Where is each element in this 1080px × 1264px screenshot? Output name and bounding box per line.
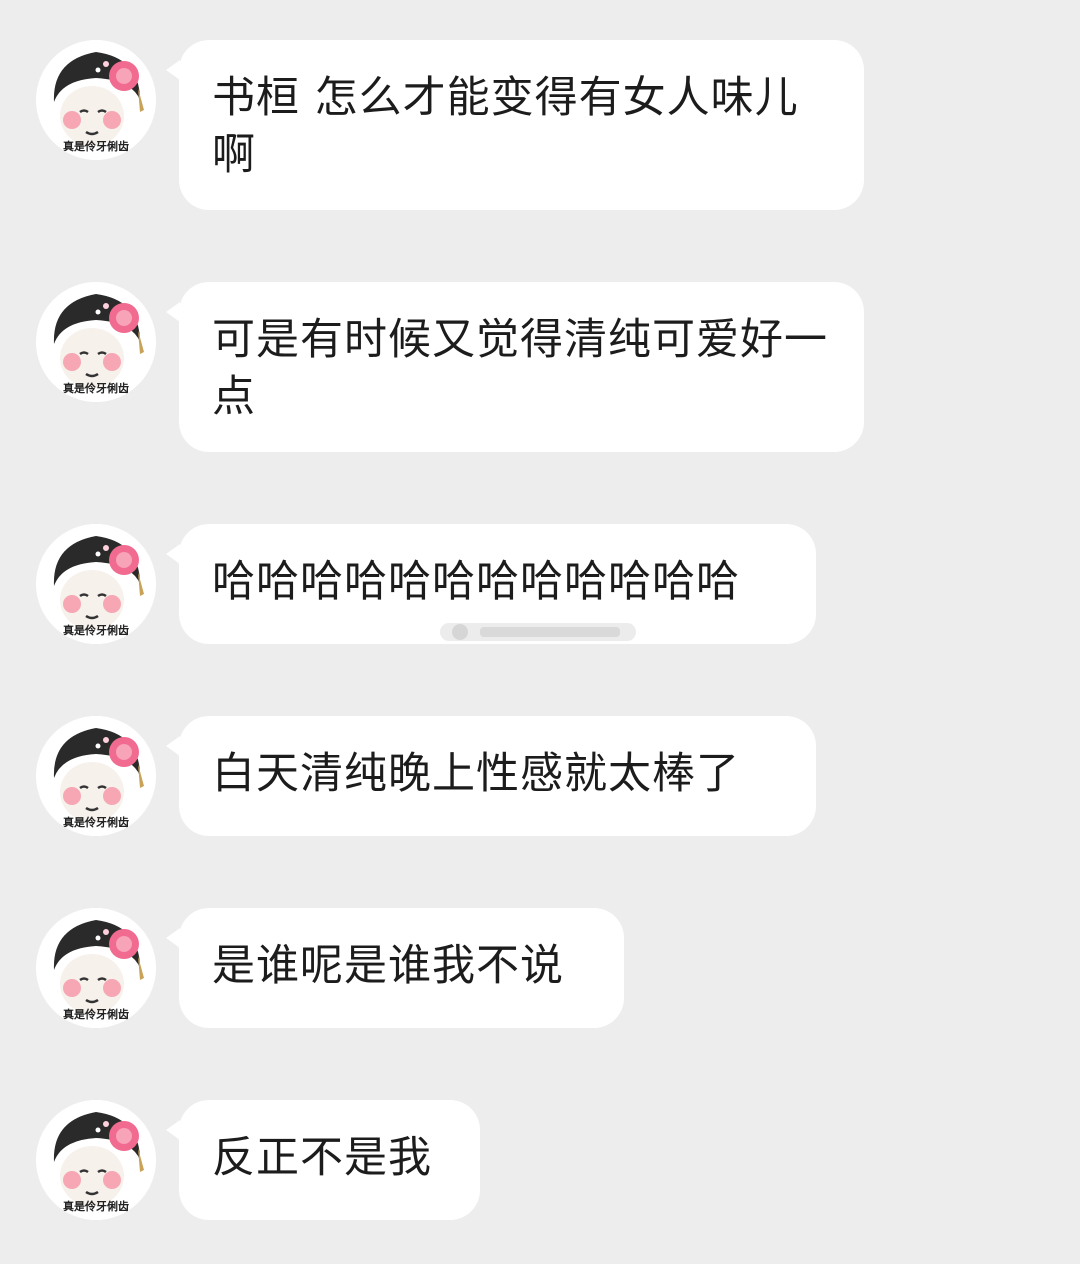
message-bubble[interactable]: 白天清纯晚上性感就太棒了: [179, 716, 816, 836]
bubble-tail: [166, 544, 180, 564]
chat-window: 真是伶牙俐齿 书桓 怎么才能变得有女人味儿啊 真是伶牙俐齿 可是有时候又觉得清纯…: [0, 0, 1080, 1264]
bubble-tail: [166, 302, 180, 322]
message-text: 书桓 怎么才能变得有女人味儿啊: [212, 73, 799, 180]
avatar-caption: 真是伶牙俐齿: [63, 815, 129, 829]
message-bubble[interactable]: 是谁呢是谁我不说: [179, 908, 624, 1028]
avatar-caption: 真是伶牙俐齿: [63, 381, 129, 395]
message-bubble[interactable]: 可是有时候又觉得清纯可爱好一点: [179, 282, 864, 452]
meme-avatar-icon: 真是伶牙俐齿: [36, 524, 156, 644]
message-bubble[interactable]: 反正不是我: [179, 1100, 480, 1220]
avatar-caption: 真是伶牙俐齿: [63, 623, 129, 637]
message-text: 反正不是我: [212, 1133, 432, 1183]
bubble-tail: [166, 1120, 180, 1140]
message-text: 可是有时候又觉得清纯可爱好一点: [212, 315, 828, 422]
meme-avatar-icon: 真是伶牙俐齿: [36, 282, 156, 402]
bubble-tail: [166, 60, 180, 80]
sender-avatar[interactable]: 真是伶牙俐齿: [36, 908, 156, 1028]
sender-avatar[interactable]: 真是伶牙俐齿: [36, 1100, 156, 1220]
message-text: 哈哈哈哈哈哈哈哈哈哈哈哈: [212, 557, 740, 607]
avatar-caption: 真是伶牙俐齿: [63, 1007, 129, 1021]
sender-avatar[interactable]: 真是伶牙俐齿: [36, 716, 156, 836]
meme-avatar-icon: 真是伶牙俐齿: [36, 908, 156, 1028]
sender-avatar[interactable]: 真是伶牙俐齿: [36, 282, 156, 402]
message-text: 白天清纯晚上性感就太棒了: [212, 749, 740, 799]
bubble-tail: [166, 736, 180, 756]
avatar-caption: 真是伶牙俐齿: [63, 139, 129, 153]
watermark-graphic: [440, 623, 636, 641]
meme-avatar-icon: 真是伶牙俐齿: [36, 40, 156, 160]
meme-avatar-icon: 真是伶牙俐齿: [36, 716, 156, 836]
sender-avatar[interactable]: 真是伶牙俐齿: [36, 40, 156, 160]
sender-avatar[interactable]: 真是伶牙俐齿: [36, 524, 156, 644]
avatar-caption: 真是伶牙俐齿: [63, 1199, 129, 1213]
message-bubble[interactable]: 书桓 怎么才能变得有女人味儿啊: [179, 40, 864, 210]
bubble-tail: [166, 928, 180, 948]
meme-avatar-icon: 真是伶牙俐齿: [36, 1100, 156, 1220]
message-text: 是谁呢是谁我不说: [212, 941, 564, 991]
